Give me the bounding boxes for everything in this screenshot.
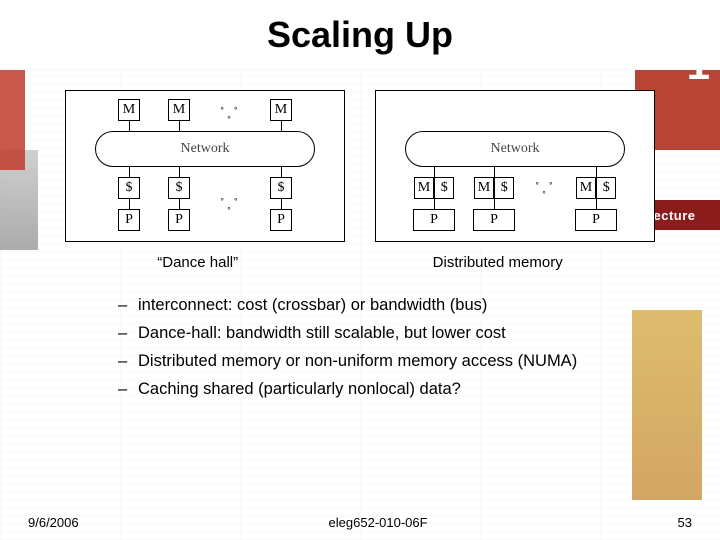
connector (179, 167, 180, 177)
connector (434, 199, 435, 209)
bullet-text: interconnect: cost (crossbar) or bandwid… (138, 291, 487, 319)
caption-right: Distributed memory (433, 254, 563, 271)
diagram-row: M M ° ° ° M Network $ P $ P ° ° ° $ P Netwo… (0, 90, 720, 242)
list-item: –Dance-hall: bandwidth still scalable, b… (118, 319, 720, 347)
list-item: –Distributed memory or non-uniform memor… (118, 347, 720, 375)
slide-title: Scaling Up (267, 14, 453, 56)
footer-course: eleg652-010-06F (329, 515, 428, 530)
network-oval: Network (405, 131, 625, 167)
proc-box: P (270, 209, 292, 231)
connector (434, 167, 435, 177)
mem-box: M (118, 99, 140, 121)
connector (129, 199, 130, 209)
diagram-dance-hall: M M ° ° ° M Network $ P $ P ° ° ° $ P (65, 90, 345, 242)
bullet-text: Dance-hall: bandwidth still scalable, bu… (138, 319, 506, 347)
bullet-text: Caching shared (particularly nonlocal) d… (138, 375, 461, 403)
mem-box: M (414, 177, 434, 199)
proc-box: P (473, 209, 515, 231)
switch-box: $ (270, 177, 292, 199)
proc-box: P (118, 209, 140, 231)
ellipsis-icon: ° ° ° (218, 106, 242, 124)
footer-date: 9/6/2006 (28, 515, 79, 530)
connector (179, 199, 180, 209)
mem-box: M (270, 99, 292, 121)
dash-icon: – (118, 319, 138, 347)
ellipsis-icon: ° ° ° (533, 181, 557, 199)
network-oval: Network (95, 131, 315, 167)
diagram-captions: “Dance hall” Distributed memory (0, 254, 720, 271)
mem-box: M (474, 177, 494, 199)
slide-content: Scaling Up M M ° ° ° M Network $ P $ P ° °… (0, 0, 720, 540)
dash-icon: – (118, 291, 138, 319)
title-band: Scaling Up (0, 0, 720, 70)
dash-icon: – (118, 375, 138, 403)
connector (129, 121, 130, 131)
connector (281, 199, 282, 209)
connector (596, 167, 597, 177)
connector (179, 121, 180, 131)
diagram-distributed-memory: Network M$ P M$ P ° ° ° M$ (375, 90, 655, 242)
proc-box: P (168, 209, 190, 231)
mem-box: M (168, 99, 190, 121)
list-item: –interconnect: cost (crossbar) or bandwi… (118, 291, 720, 319)
switch-box: $ (168, 177, 190, 199)
bullet-text: Distributed memory or non-uniform memory… (138, 347, 577, 375)
caption-left: “Dance hall” (157, 254, 238, 271)
connector (494, 167, 495, 177)
slide-footer: 9/6/2006 eleg652-010-06F 53 (0, 515, 720, 530)
proc-box: P (413, 209, 455, 231)
switch-box: $ (596, 177, 616, 199)
ellipsis-icon: ° ° ° (218, 197, 242, 215)
bullet-list: –interconnect: cost (crossbar) or bandwi… (0, 291, 720, 403)
connector (596, 199, 597, 209)
connector (494, 199, 495, 209)
footer-page: 53 (678, 515, 692, 530)
switch-box: $ (494, 177, 514, 199)
switch-box: $ (118, 177, 140, 199)
list-item: –Caching shared (particularly nonlocal) … (118, 375, 720, 403)
mem-box: M (576, 177, 596, 199)
switch-box: $ (434, 177, 454, 199)
connector (281, 121, 282, 131)
connector (281, 167, 282, 177)
proc-box: P (575, 209, 617, 231)
dash-icon: – (118, 347, 138, 375)
connector (129, 167, 130, 177)
